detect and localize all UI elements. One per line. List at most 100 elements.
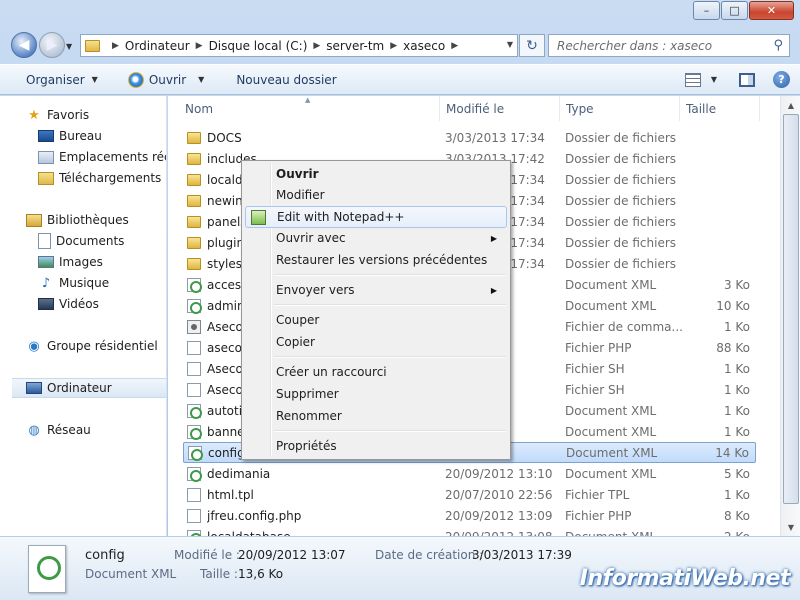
preview-pane-icon[interactable] [739, 72, 755, 87]
close-button[interactable]: ✕ [749, 1, 794, 20]
sidebar-item-recent-places[interactable]: Emplacements récents [38, 147, 166, 167]
menu-item-restore-versions[interactable]: Restaurer les versions précédentes [245, 249, 507, 271]
maximize-button[interactable]: □ [721, 1, 748, 20]
file-type: Fichier SH [565, 382, 625, 397]
table-row[interactable]: jfreu.config.php 20/09/2012 13:09 Fichier … [183, 505, 756, 526]
column-header-label: Type [566, 101, 594, 116]
details-created-value: 3/03/2013 17:39 [472, 548, 572, 562]
menu-item-edit[interactable]: Modifier [245, 184, 507, 206]
menu-item-label: Couper [276, 313, 320, 327]
scroll-down-icon[interactable]: ▼ [783, 519, 799, 535]
menu-item-cut[interactable]: Couper [245, 309, 507, 331]
file-name: html.tpl [207, 487, 254, 502]
submenu-arrow-icon: ▶ [490, 285, 497, 295]
column-header-modified[interactable]: Modifié le [440, 96, 560, 121]
file-size: 3 Ko [723, 277, 750, 292]
folder-icon [187, 215, 201, 228]
menu-item-properties[interactable]: Propriétés [245, 435, 507, 457]
breadcrumb-xaseco[interactable]: xaseco [403, 39, 445, 53]
menu-separator [274, 274, 506, 276]
breadcrumb-separator-icon[interactable]: ▶ [451, 41, 458, 51]
forward-button[interactable]: ▶ [39, 32, 65, 58]
menu-item-copy[interactable]: Copier [245, 331, 507, 353]
search-icon[interactable]: ⚲ [773, 38, 783, 53]
xml-file-icon [187, 466, 202, 482]
sidebar-item-computer[interactable]: Ordinateur [12, 378, 166, 398]
menu-item-edit-notepadpp[interactable]: Edit with Notepad++ [245, 206, 507, 228]
breadcrumb-separator-icon[interactable]: ▶ [196, 41, 203, 51]
images-icon [38, 256, 54, 268]
new-folder-button[interactable]: Nouveau dossier [214, 65, 346, 94]
column-header-type[interactable]: Type [560, 96, 680, 121]
command-bar: Organiser ▼ Ouvrir ▼ Nouveau dossier ▼ ? [0, 64, 800, 95]
documents-icon [38, 233, 51, 249]
breadcrumb-server-tm[interactable]: server-tm [326, 39, 384, 53]
breadcrumb-local-disk[interactable]: Disque local (C:) [209, 39, 308, 53]
file-type: Document XML [566, 445, 658, 460]
xml-document-icon [28, 545, 66, 593]
sidebar-item-label: Emplacements récents [59, 150, 166, 164]
menu-separator [274, 304, 506, 306]
details-created-label: Date de création : [375, 548, 484, 562]
breadcrumb-separator-icon[interactable]: ▶ [390, 41, 397, 51]
menu-separator [274, 430, 506, 432]
sidebar-item-label: Images [59, 255, 103, 269]
file-name: DOCS [207, 130, 242, 145]
breadcrumb-computer[interactable]: Ordinateur [125, 39, 190, 53]
chevron-down-icon[interactable]: ▼ [711, 75, 717, 84]
file-icon [187, 340, 201, 355]
column-header-label: Modifié le [446, 101, 505, 116]
new-folder-label: Nouveau dossier [236, 72, 337, 87]
file-type: Fichier TPL [565, 487, 630, 502]
menu-item-send-to[interactable]: Envoyer vers ▶ [245, 279, 507, 301]
file-modified: 20/07/2010 22:56 [445, 487, 553, 502]
vertical-scrollbar[interactable]: ▲ ▼ [780, 96, 800, 536]
address-history-dropdown[interactable]: ▼ [507, 40, 513, 49]
folder-icon [85, 39, 100, 52]
folder-icon [187, 152, 201, 165]
help-icon[interactable]: ? [773, 71, 790, 88]
file-name: jfreu.config.php [207, 508, 302, 523]
menu-item-rename[interactable]: Renommer [245, 405, 507, 427]
refresh-button[interactable]: ↻ [519, 34, 545, 57]
table-row[interactable]: dedimania 20/09/2012 13:10 Document XML 5 K… [183, 463, 756, 484]
open-button[interactable]: Ouvrir ▼ [108, 65, 215, 94]
scroll-thumb[interactable] [783, 114, 799, 504]
back-button[interactable]: ◀ [11, 32, 37, 58]
network-icon: ◍ [28, 422, 40, 438]
folder-icon [187, 194, 201, 207]
search-input[interactable] [557, 38, 757, 53]
recent-pages-dropdown[interactable]: ▼ [66, 42, 72, 51]
watermark-logo: InformatiWeb.net [579, 566, 791, 591]
file-type: Document XML [565, 403, 657, 418]
file-type: Dossier de fichiers [565, 172, 677, 187]
menu-item-label: Ouvrir avec [276, 231, 346, 245]
menu-item-open[interactable]: Ouvrir [245, 163, 507, 185]
table-row[interactable]: html.tpl 20/07/2010 22:56 Fichier TPL 1 Ko [183, 484, 756, 505]
file-size: 14 Ko [715, 445, 749, 460]
address-bar[interactable]: ▶ Ordinateur ▶ Disque local (C:) ▶ serve… [80, 34, 518, 57]
homegroup-icon: ◉ [28, 338, 40, 354]
column-header-name[interactable]: Nom [168, 96, 440, 121]
table-row[interactable]: DOCS 3/03/2013 17:34 Dossier de fichiers [183, 127, 756, 148]
minimize-button[interactable]: – [693, 1, 720, 20]
file-type: Document XML [565, 424, 657, 439]
file-type: Dossier de fichiers [565, 193, 677, 208]
organize-button[interactable]: Organiser ▼ [0, 65, 108, 94]
change-view-icon[interactable] [684, 72, 701, 87]
search-box[interactable]: ⚲ [548, 34, 790, 57]
column-header-size[interactable]: Taille [680, 96, 760, 121]
scroll-up-icon[interactable]: ▲ [783, 97, 799, 113]
notepadpp-icon [251, 210, 266, 225]
file-type: Dossier de fichiers [565, 214, 677, 229]
breadcrumb-separator-icon[interactable]: ▶ [313, 41, 320, 51]
menu-item-open-with[interactable]: Ouvrir avec ▶ [245, 227, 507, 249]
xml-file-icon [187, 424, 202, 440]
breadcrumb-separator-icon[interactable]: ▶ [112, 41, 119, 51]
file-size: 10 Ko [716, 298, 750, 313]
sidebar-item-label: Réseau [47, 423, 91, 437]
menu-item-create-shortcut[interactable]: Créer un raccourci [245, 361, 507, 383]
menu-item-delete[interactable]: Supprimer [245, 383, 507, 405]
file-type: Dossier de fichiers [565, 235, 677, 250]
internet-explorer-icon [127, 71, 144, 88]
